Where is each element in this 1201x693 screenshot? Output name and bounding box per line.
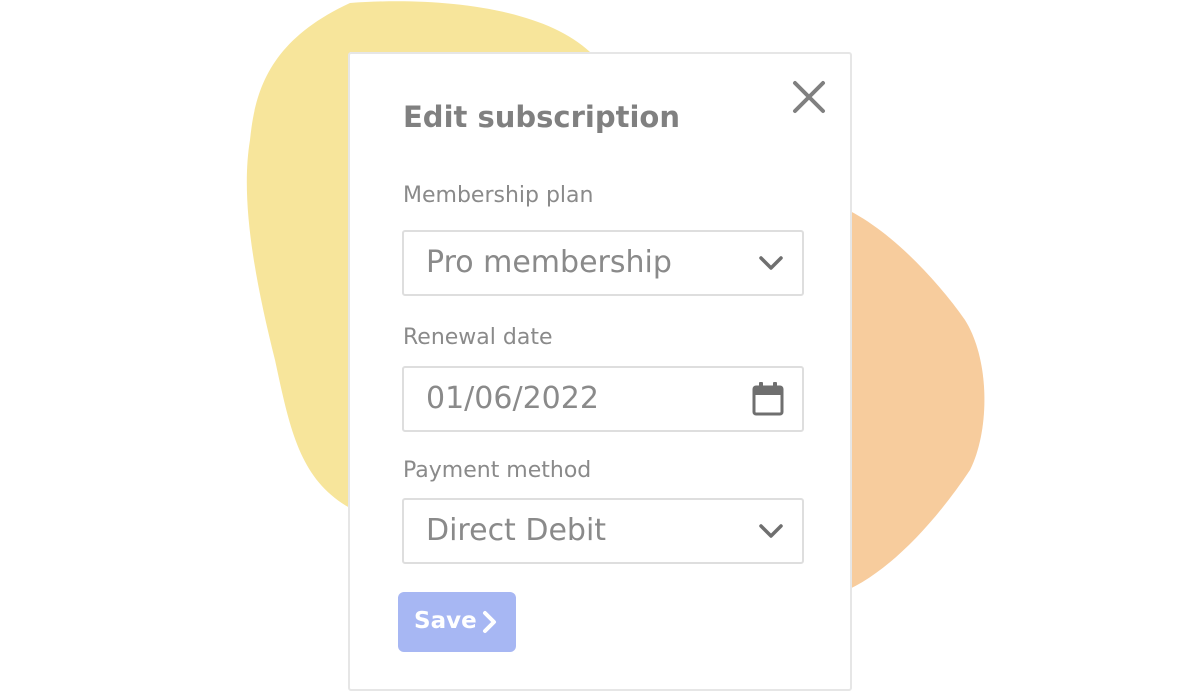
chevron-right-icon [483, 611, 496, 633]
membership-plan-select[interactable]: Pro membership [402, 230, 804, 296]
close-icon [793, 81, 825, 113]
save-button-label: Save [414, 608, 477, 634]
membership-plan-label: Membership plan [403, 183, 594, 208]
payment-method-label: Payment method [403, 458, 592, 483]
renewal-date-label: Renewal date [403, 325, 553, 350]
renewal-date-value: 01/06/2022 [426, 381, 599, 416]
save-button[interactable]: Save [398, 592, 516, 652]
chevron-down-icon [759, 524, 783, 538]
payment-method-select[interactable]: Direct Debit [402, 498, 804, 564]
edit-subscription-dialog: Edit subscription Membership plan Pro me… [348, 52, 852, 691]
chevron-down-icon [759, 256, 783, 270]
close-button[interactable] [792, 80, 826, 114]
membership-plan-value: Pro membership [426, 245, 672, 280]
dialog-title: Edit subscription [403, 100, 680, 134]
payment-method-value: Direct Debit [426, 513, 607, 548]
calendar-icon[interactable] [752, 382, 784, 416]
renewal-date-input[interactable]: 01/06/2022 [402, 366, 804, 432]
